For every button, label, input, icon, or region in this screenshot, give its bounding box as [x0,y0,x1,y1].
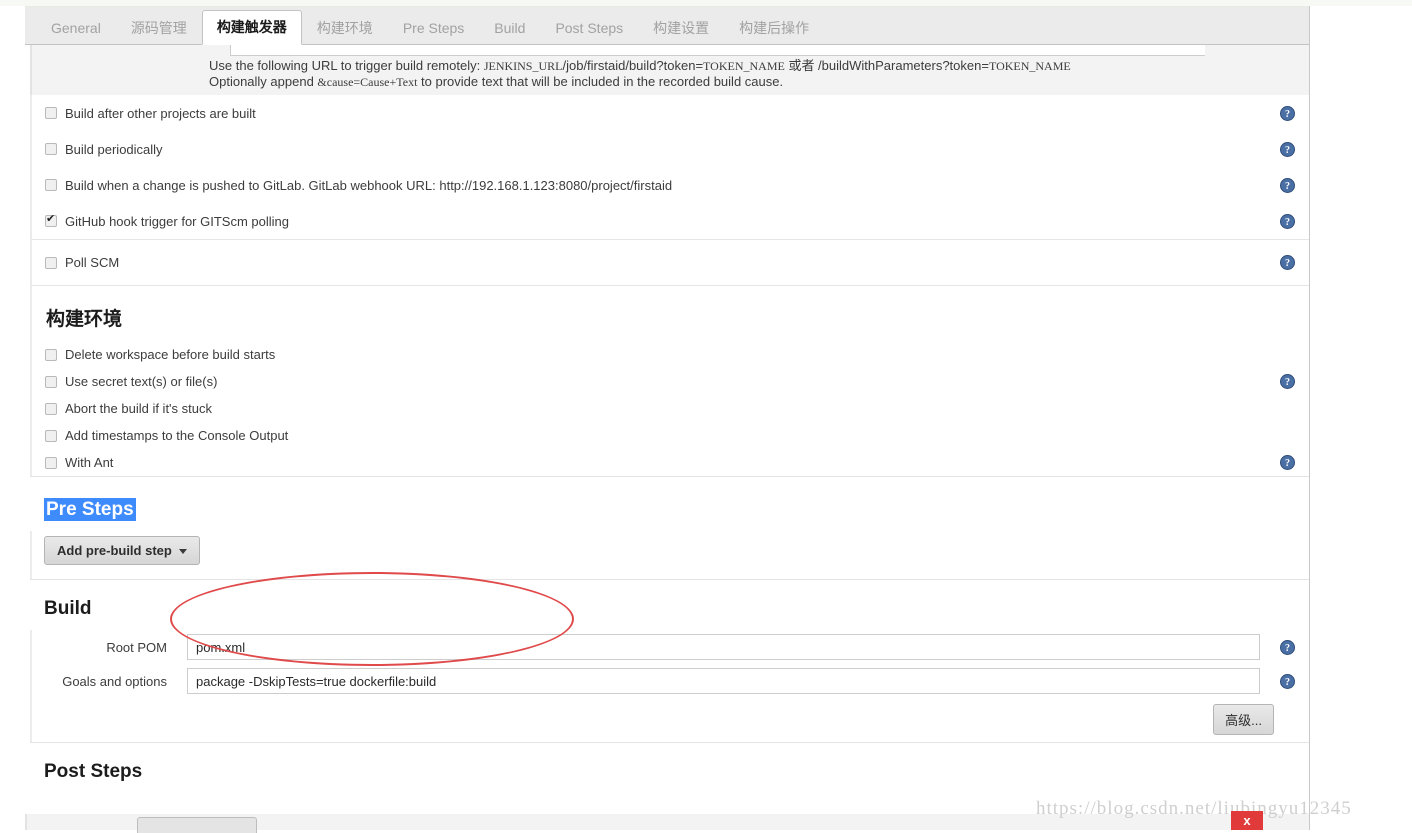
svg-text:?: ? [1285,677,1290,688]
trigger-row-github-hook[interactable]: GitHub hook trigger for GITScm polling ? [30,203,1309,239]
help-icon[interactable]: ? [1280,374,1295,389]
pre-steps-actions: Add pre-build step [30,531,1309,579]
section-heading-post-steps: Post Steps [30,742,1309,793]
remote-trigger-prefix: Use the following URL to trigger build r… [209,58,484,73]
svg-text:?: ? [1285,145,1290,156]
env-row-use-secret-text[interactable]: Use secret text(s) or file(s) ? [30,368,1309,395]
svg-text:?: ? [1285,258,1290,269]
checkbox-add-timestamps[interactable] [45,429,57,442]
remote-trigger-url-line: Use the following URL to trigger build r… [209,55,1071,74]
jenkins-url-token: JENKINS_URL [483,59,563,73]
cause-prefix: Optionally append [209,74,318,89]
trigger-label-poll-scm: Poll SCM [65,255,120,270]
checkbox-abort-if-stuck[interactable] [45,402,57,415]
chevron-down-icon [178,549,187,555]
env-label-delete-workspace: Delete workspace before build starts [65,347,276,362]
checkbox-use-secret-text[interactable] [45,375,57,388]
svg-text:?: ? [1285,181,1290,192]
help-icon[interactable]: ? [1280,255,1295,270]
tab-post-steps[interactable]: Post Steps [540,11,638,45]
checkbox-poll-scm[interactable] [45,256,57,269]
add-pre-build-step-button[interactable]: Add pre-build step [44,536,200,565]
trigger-row-poll-scm[interactable]: Poll SCM ? [30,239,1309,285]
cause-suffix: to provide text that will be included in… [417,74,784,89]
tab-build-settings[interactable]: 构建设置 [638,11,724,45]
env-row-abort-if-stuck[interactable]: Abort the build if it's stuck [30,395,1309,422]
remote-trigger-cause-line: Optionally append &cause=Cause+Text to p… [209,74,783,90]
env-label-with-ant: With Ant [65,455,114,470]
checkbox-github-hook[interactable] [45,213,57,227]
root-pom-input[interactable] [187,634,1260,660]
checkbox-gitlab-push[interactable] [45,179,57,191]
section-heading-pre-steps: Pre Steps [30,476,1309,531]
section-heading-pre-steps-text: Pre Steps [44,498,136,521]
tab-general[interactable]: General [36,11,116,45]
env-row-delete-workspace[interactable]: Delete workspace before build starts [30,341,1309,368]
browser-top-strip [0,0,1412,7]
post-steps-bottom-panel [25,814,1309,833]
env-row-add-timestamps[interactable]: Add timestamps to the Console Output [30,422,1309,449]
tab-build-environment[interactable]: 构建环境 [302,11,388,45]
field-row-root-pom: Root POM ? [30,630,1309,664]
job-config-form: Use the following URL to trigger build r… [25,45,1309,830]
svg-text:?: ? [1285,643,1290,654]
tab-build[interactable]: Build [479,11,540,45]
env-row-with-ant[interactable]: With Ant ? [30,449,1309,476]
field-row-goals-and-options: Goals and options ? [30,664,1309,698]
goals-and-options-input[interactable] [187,668,1260,694]
field-label-goals-and-options: Goals and options [62,673,167,689]
help-icon[interactable]: ? [1280,674,1295,689]
svg-text:?: ? [1285,458,1290,469]
remote-trigger-mid2: 或者 /buildWithParameters?token= [784,58,989,73]
checkbox-build-after-other-projects[interactable] [45,107,57,119]
token-name-placeholder-1: TOKEN_NAME [703,59,785,73]
trigger-label-build-after-other-projects: Build after other projects are built [65,105,256,121]
tab-pre-steps[interactable]: Pre Steps [388,11,479,45]
env-label-use-secret-text: Use secret text(s) or file(s) [65,374,218,389]
svg-text:?: ? [1285,217,1290,228]
trigger-label-github-hook: GitHub hook trigger for GITScm polling [65,213,289,229]
help-icon[interactable]: ? [1280,177,1295,193]
trigger-label-build-periodically: Build periodically [65,141,163,157]
help-icon[interactable]: ? [1280,105,1295,121]
page-right-margin [1309,6,1412,830]
trigger-row-build-periodically[interactable]: Build periodically ? [30,131,1309,167]
help-icon[interactable]: ? [1280,640,1295,655]
help-icon[interactable]: ? [1280,213,1295,229]
token-name-placeholder-2: TOKEN_NAME [988,59,1071,73]
checkbox-delete-workspace[interactable] [45,348,57,361]
tab-source-control[interactable]: 源码管理 [116,11,202,45]
advanced-button-wrap: 高级... [1213,704,1274,735]
tab-post-build-actions[interactable]: 构建后操作 [724,11,824,45]
checkbox-build-periodically[interactable] [45,143,57,155]
page-left-margin [0,6,25,830]
build-advanced-row: 高级... [30,698,1309,742]
field-label-root-pom: Root POM [106,639,167,655]
help-icon[interactable]: ? [1280,141,1295,157]
advanced-button[interactable]: 高级... [1213,704,1274,735]
trigger-row-gitlab-push[interactable]: Build when a change is pushed to GitLab.… [30,167,1309,203]
section-heading-build: Build [30,579,1309,630]
tab-build-triggers[interactable]: 构建触发器 [201,10,302,45]
env-label-abort-if-stuck: Abort the build if it's stuck [65,401,212,416]
config-tab-bar: General 源码管理 构建触发器 构建环境 Pre Steps Build … [25,7,1309,45]
trigger-row-build-after-other-projects[interactable]: Build after other projects are built ? [30,95,1309,131]
cause-param-code: &cause=Cause+Text [317,75,418,89]
section-heading-build-environment: 构建环境 [30,285,1309,341]
checkbox-with-ant[interactable] [45,456,57,469]
close-icon[interactable]: x [1231,811,1263,830]
add-pre-build-step-label: Add pre-build step [57,543,172,558]
svg-text:?: ? [1285,377,1290,388]
remote-trigger-panel: Use the following URL to trigger build r… [30,45,1309,95]
trigger-label-gitlab-push: Build when a change is pushed to GitLab.… [65,177,673,193]
remote-trigger-mid1: /job/firstaid/build?token= [562,58,704,73]
add-post-build-step-button[interactable] [137,817,257,833]
help-icon[interactable]: ? [1280,455,1295,470]
env-label-add-timestamps: Add timestamps to the Console Output [65,428,289,443]
svg-text:?: ? [1285,109,1290,120]
